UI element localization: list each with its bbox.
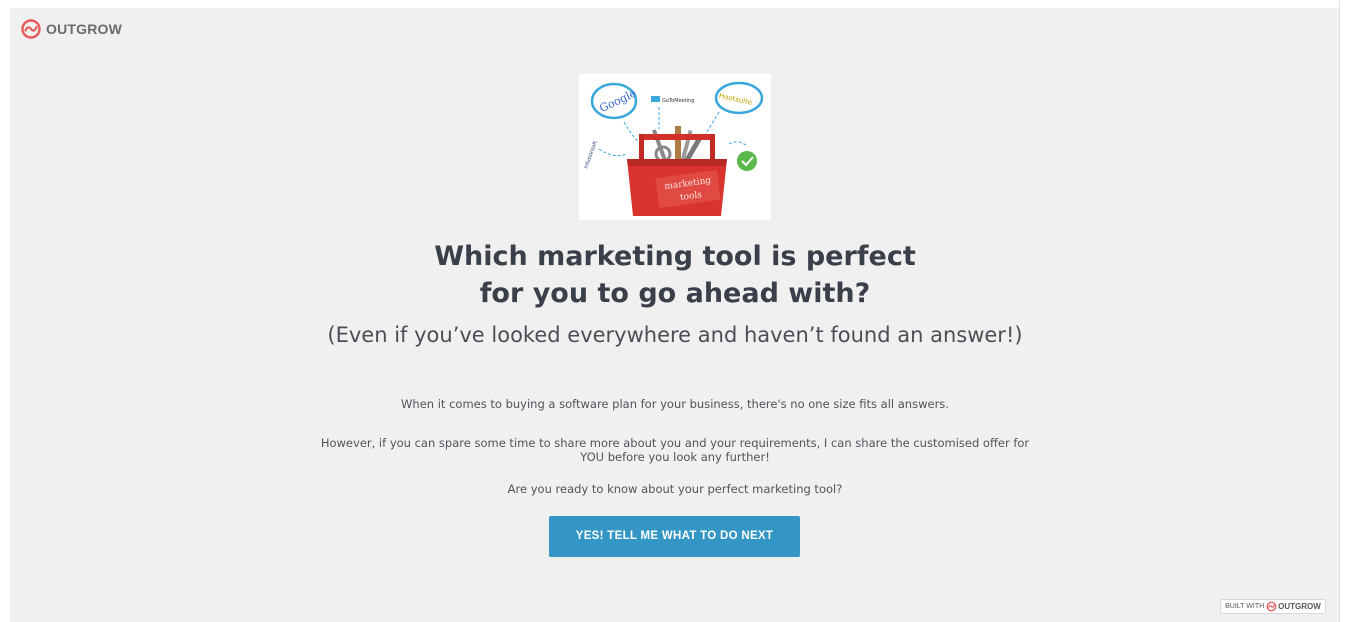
page-subtitle: (Even if you’ve looked everywhere and ha…	[327, 323, 1023, 347]
svg-text:GoToMeeting: GoToMeeting	[662, 98, 694, 104]
built-with-badge[interactable]: BUILT WITH OUTGROW	[1220, 599, 1326, 614]
page-title-line-2: for you to go ahead with?	[479, 278, 871, 309]
intro-paragraph-2: However, if you can spare some time to s…	[320, 436, 1030, 464]
outgrow-logo-icon	[20, 18, 42, 40]
toolbox-illustration: Google GoToMeeting Hootsuite Infusionsof…	[579, 74, 771, 220]
logo-text: OUTGROW	[46, 21, 123, 37]
start-button[interactable]: YES! TELL ME WHAT TO DO NEXT	[549, 516, 800, 557]
built-with-brand: OUTGROW	[1278, 602, 1321, 611]
page-title-line-1: Which marketing tool is perfect	[434, 241, 916, 272]
page-scrollbar[interactable]	[1339, 0, 1350, 622]
intro-paragraph-1: When it comes to buying a software plan …	[401, 397, 949, 411]
intro-paragraph-3: Are you ready to know about your perfect…	[507, 482, 843, 496]
built-with-prefix: BUILT WITH	[1225, 603, 1265, 610]
outgrow-logo[interactable]: OUTGROW	[20, 18, 122, 40]
page-title: Which marketing tool is perfect for you …	[325, 238, 1025, 312]
outgrow-badge-icon	[1266, 601, 1277, 612]
